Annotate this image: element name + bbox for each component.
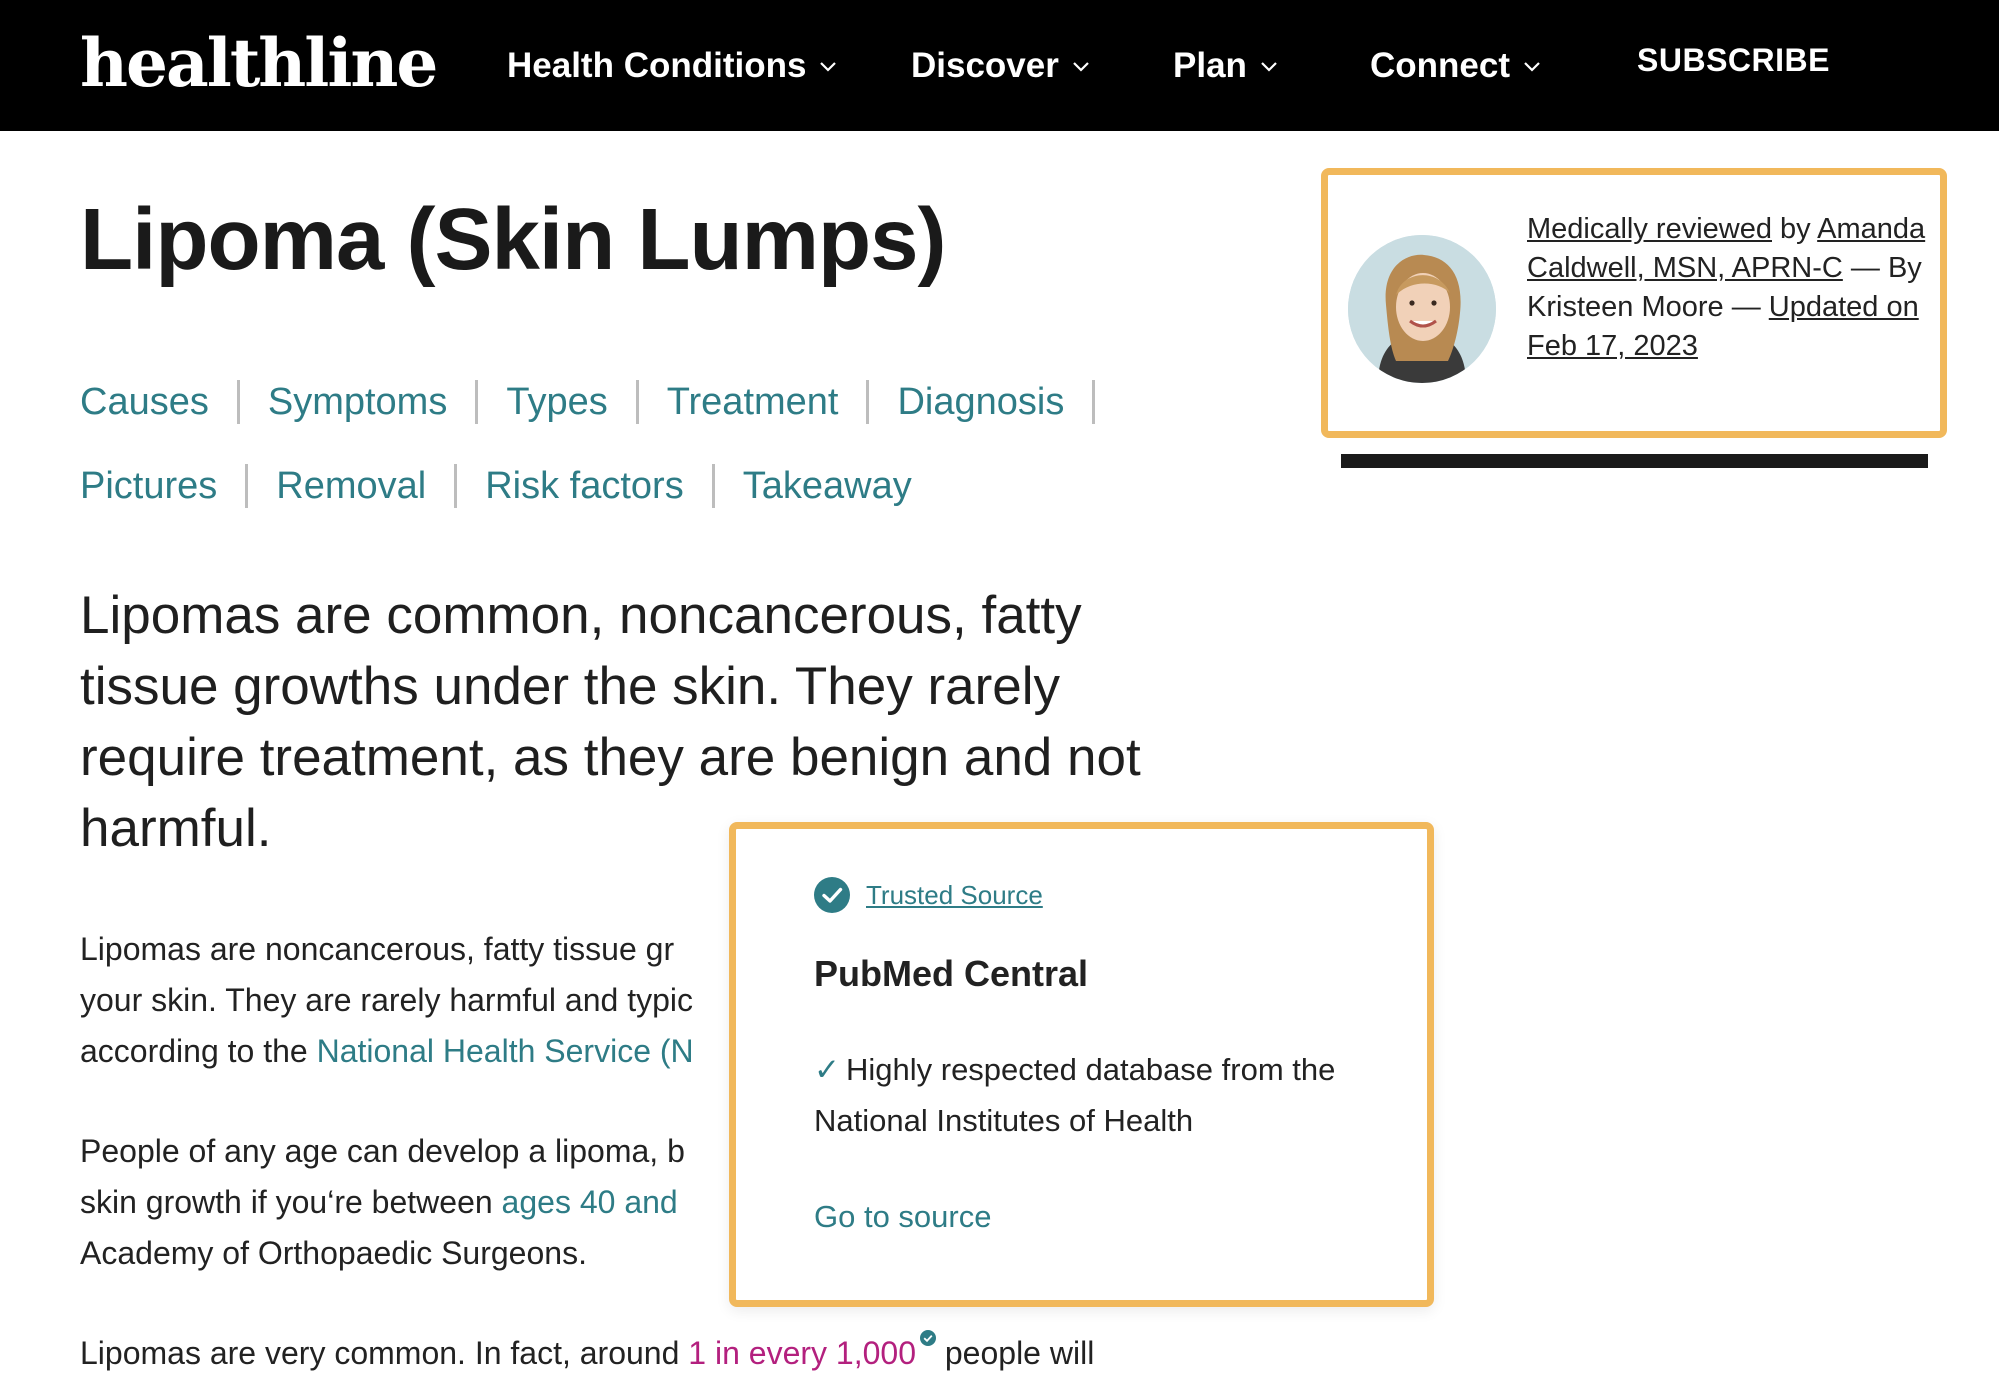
toc-divider — [866, 380, 870, 424]
medical-review-card: Medically reviewed by Amanda Caldwell, M… — [1321, 168, 1947, 438]
nav-plan[interactable]: Plan — [1173, 46, 1279, 86]
source-description-text: Highly respected database from the Natio… — [814, 1052, 1336, 1138]
top-navigation-bar: healthline Health Conditions Discover Pl… — [0, 0, 1999, 131]
nav-label: Plan — [1173, 45, 1247, 85]
toc-row: Pictures Removal Risk factors Takeaway — [80, 462, 912, 510]
toc-link-risk-factors[interactable]: Risk factors — [485, 462, 683, 510]
toc-link-symptoms[interactable]: Symptoms — [268, 378, 447, 426]
trusted-source-link[interactable]: Trusted Source — [866, 880, 1043, 911]
paragraph-text: people will — [935, 1335, 1095, 1371]
medically-reviewed-link[interactable]: Medically reviewed — [1527, 213, 1772, 245]
toc-link-pictures[interactable]: Pictures — [80, 462, 217, 510]
byline-by: by — [1772, 213, 1811, 245]
toc-divider — [245, 464, 249, 508]
toc-divider — [1092, 380, 1096, 424]
source-description: ✓ Highly respected database from the Nati… — [814, 1044, 1374, 1146]
chevron-down-icon — [1073, 61, 1089, 72]
toc-divider — [635, 380, 639, 424]
paragraph-text: Lipomas are very common. In fact, around — [80, 1335, 689, 1371]
nav-discover[interactable]: Discover — [911, 46, 1091, 86]
nav-label: Health Conditions — [507, 45, 807, 85]
toc-row: Causes Symptoms Types Treatment Diagnosi… — [80, 378, 1123, 426]
go-to-source-link[interactable]: Go to source — [814, 1199, 991, 1235]
check-circle-icon — [814, 877, 850, 913]
reviewer-avatar — [1348, 235, 1496, 383]
subscribe-link[interactable]: SUBSCRIBE — [1637, 40, 1830, 80]
toc-divider — [454, 464, 458, 508]
trusted-source-popup: Trusted Source PubMed Central ✓ Highly re… — [729, 822, 1434, 1307]
toc-divider — [711, 464, 715, 508]
avatar-portrait-icon — [1348, 235, 1496, 383]
toc-link-removal[interactable]: Removal — [276, 462, 426, 510]
nav-label: Discover — [911, 45, 1059, 85]
chevron-down-icon — [820, 61, 837, 72]
nhs-link[interactable]: National Health Service (N — [317, 1033, 694, 1069]
nav-connect[interactable]: Connect — [1370, 46, 1542, 86]
toc-link-types[interactable]: Types — [506, 378, 607, 426]
healthline-logo[interactable]: healthline — [80, 26, 438, 100]
trusted-source-check-icon[interactable] — [919, 1330, 936, 1346]
trusted-source-badge: Trusted Source — [814, 877, 1043, 913]
chevron-down-icon — [1261, 61, 1277, 72]
toc-link-takeaway[interactable]: Takeaway — [743, 462, 912, 510]
paragraph-text: according to the — [80, 1033, 317, 1069]
statistic-link[interactable]: 1 in every 1,000 — [688, 1335, 916, 1371]
page-title: Lipoma (Skin Lumps) — [80, 191, 947, 288]
toc-divider — [236, 380, 240, 424]
toc-link-diagnosis[interactable]: Diagnosis — [897, 378, 1064, 426]
toc-link-treatment[interactable]: Treatment — [667, 378, 839, 426]
nav-label: Connect — [1370, 45, 1510, 85]
divider-bar — [1341, 454, 1928, 468]
toc-link-causes[interactable]: Causes — [80, 378, 209, 426]
nav-health-conditions[interactable]: Health Conditions — [507, 46, 838, 86]
paragraph-text: skin growth if you‘re between — [80, 1184, 502, 1220]
ages-link[interactable]: ages 40 and — [502, 1184, 678, 1220]
checkmark-icon: ✓ — [814, 1052, 840, 1087]
article-paragraph: Lipomas are very common. In fact, around… — [80, 1328, 1180, 1379]
source-title: PubMed Central — [814, 953, 1089, 994]
chevron-down-icon — [1524, 61, 1540, 72]
toc-divider — [475, 380, 479, 424]
review-byline: Medically reviewed by Amanda Caldwell, M… — [1527, 210, 1927, 366]
